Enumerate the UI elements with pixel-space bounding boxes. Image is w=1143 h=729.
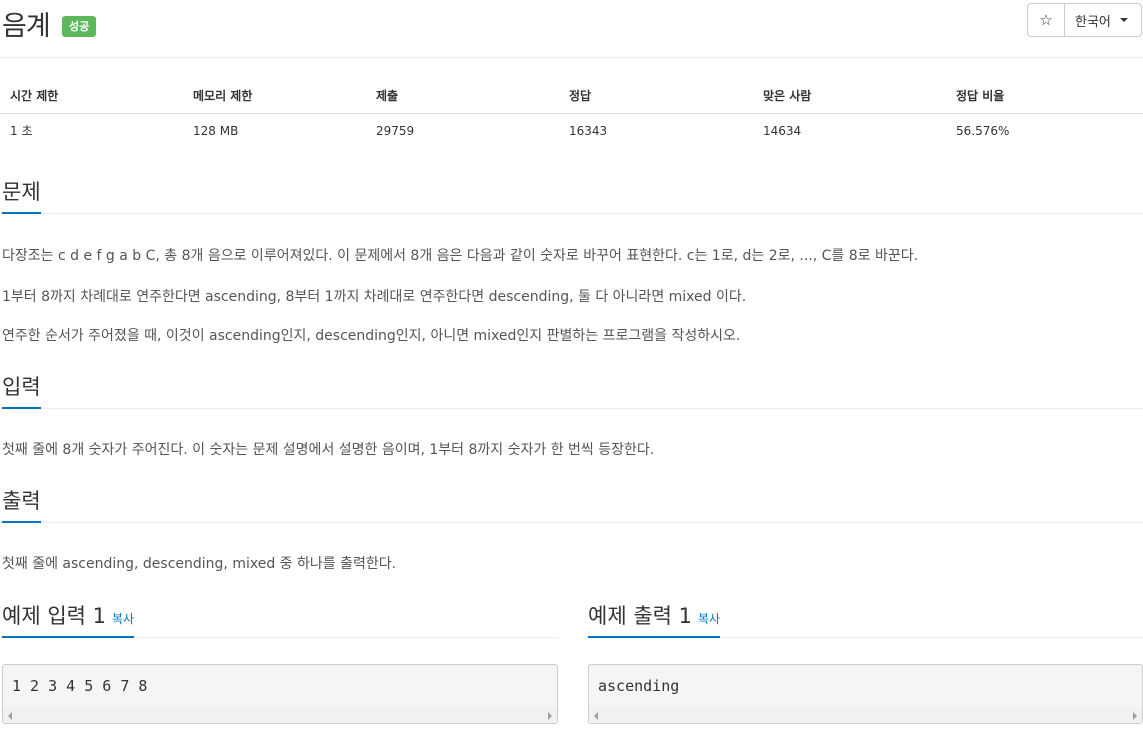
scroll-left-icon[interactable]	[8, 712, 12, 720]
description-section-header: 문제	[0, 178, 1143, 214]
solved-users-header: 맞은 사람	[753, 78, 946, 114]
sample-output-header: 예제 출력 1 복사	[586, 602, 1143, 638]
description-paragraph: 다장조는 c d e f g a b C, 총 8개 음으로 이루어져있다. 이…	[2, 248, 919, 264]
sample-input-header: 예제 입력 1 복사	[0, 602, 558, 638]
accept-ratio-header: 정답 비율	[946, 78, 1143, 114]
time-limit-value: 1 초	[10, 124, 33, 139]
copy-output-button[interactable]: 복사	[698, 612, 720, 626]
scroll-left-icon[interactable]	[594, 712, 598, 720]
header-button-group: ☆ 한국어	[1027, 3, 1142, 37]
description-heading: 문제	[2, 178, 41, 214]
horizontal-scrollbar[interactable]	[589, 708, 1142, 723]
horizontal-scrollbar[interactable]	[3, 708, 557, 723]
sample-input-title: 예제 입력 1	[2, 604, 106, 628]
problem-info-table: 시간 제한 메모리 제한 제출 정답 맞은 사람 정답 비율 1 초 128 M…	[0, 78, 1143, 148]
accept-ratio-value: 56.576%	[956, 123, 1010, 138]
output-section-header: 출력	[0, 487, 1143, 523]
sample-input-box[interactable]: 1 2 3 4 5 6 7 8	[2, 664, 558, 724]
language-label: 한국어	[1075, 14, 1111, 30]
copy-input-button[interactable]: 복사	[112, 612, 134, 626]
input-section-header: 입력	[0, 373, 1143, 409]
problem-title: 음계	[2, 11, 51, 42]
memory-limit-value: 128 MB	[193, 123, 239, 138]
output-paragraph: 첫째 줄에 ascending, descending, mixed 중 하나를…	[2, 556, 397, 572]
star-icon: ☆	[1039, 11, 1053, 29]
problem-header: 음계 성공 ☆ 한국어	[0, 0, 1143, 58]
star-button[interactable]: ☆	[1027, 3, 1065, 37]
status-badge: 성공	[62, 16, 97, 37]
accepted-value: 16343	[569, 123, 608, 138]
input-paragraph: 첫째 줄에 8개 숫자가 주어진다. 이 숫자는 문제 설명에서 설명한 음이며…	[2, 442, 655, 458]
scroll-right-icon[interactable]	[548, 712, 552, 720]
sample-input-text: 1 2 3 4 5 6 7 8	[12, 677, 148, 695]
chevron-down-icon	[1119, 18, 1128, 22]
sample-input-heading: 예제 입력 1 복사	[2, 602, 135, 638]
language-dropdown[interactable]: 한국어	[1065, 3, 1142, 37]
memory-limit-header: 메모리 제한	[183, 78, 366, 114]
input-heading: 입력	[2, 373, 41, 409]
sample-output-box[interactable]: ascending	[588, 664, 1143, 724]
submissions-value: 29759	[376, 123, 415, 138]
description-paragraph: 연주한 순서가 주어졌을 때, 이것이 ascending인지, descend…	[2, 328, 741, 344]
description-paragraph: 1부터 8까지 차례대로 연주한다면 ascending, 8부터 1까지 차례…	[2, 289, 747, 305]
table-row: 1 초 128 MB 29759 16343 14634 56.576%	[0, 113, 1143, 148]
output-heading: 출력	[2, 487, 41, 523]
accepted-header: 정답	[559, 78, 753, 114]
table-header-row: 시간 제한 메모리 제한 제출 정답 맞은 사람 정답 비율	[0, 78, 1143, 114]
sample-output-title: 예제 출력 1	[588, 604, 692, 628]
submissions-header: 제출	[366, 78, 559, 114]
time-limit-header: 시간 제한	[0, 78, 183, 114]
sample-output-text: ascending	[598, 677, 680, 695]
solved-users-value: 14634	[763, 123, 802, 138]
sample-output-heading: 예제 출력 1 복사	[588, 602, 721, 638]
scroll-right-icon[interactable]	[1133, 712, 1137, 720]
